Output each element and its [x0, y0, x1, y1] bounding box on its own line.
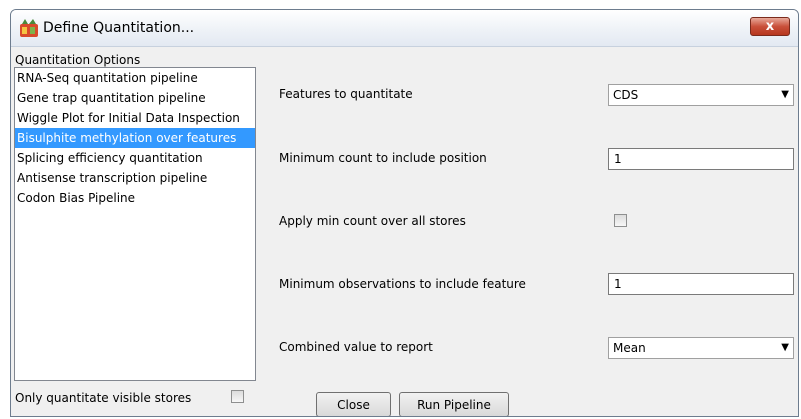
apply-min-count-checkbox[interactable]	[614, 214, 627, 227]
define-quantitation-dialog: Define Quantitation... x Quantitation Op…	[10, 9, 799, 417]
min-observations-label: Minimum observations to include feature	[279, 277, 526, 291]
min-count-label: Minimum count to include position	[279, 151, 487, 165]
option-bisulphite[interactable]: Bisulphite methylation over features	[15, 128, 255, 148]
option-antisense[interactable]: Antisense transcription pipeline	[15, 168, 255, 188]
combined-value: Mean	[613, 341, 646, 355]
option-rna-seq[interactable]: RNA-Seq quantitation pipeline	[15, 68, 255, 88]
option-wiggle-plot[interactable]: Wiggle Plot for Initial Data Inspection	[15, 108, 255, 128]
quantitation-options-label: Quantitation Options	[15, 53, 141, 67]
option-gene-trap[interactable]: Gene trap quantitation pipeline	[15, 88, 255, 108]
option-codon-bias[interactable]: Codon Bias Pipeline	[15, 188, 255, 208]
visible-stores-label: Only quantitate visible stores	[15, 391, 192, 405]
option-splicing-efficiency[interactable]: Splicing efficiency quantitation	[15, 148, 255, 168]
quantitation-options-list[interactable]: RNA-Seq quantitation pipeline Gene trap …	[14, 67, 256, 381]
close-button[interactable]: Close	[316, 392, 391, 416]
chevron-down-icon: ▼	[781, 342, 789, 353]
visible-stores-checkbox[interactable]	[231, 390, 244, 403]
combined-value-label: Combined value to report	[279, 340, 433, 354]
seqmonk-app-icon	[20, 19, 38, 37]
min-count-field[interactable]: 1	[608, 148, 794, 170]
features-label: Features to quantitate	[279, 87, 413, 101]
features-value: CDS	[613, 88, 639, 102]
dialog-body: Quantitation Options RNA-Seq quantitatio…	[11, 47, 798, 416]
window-title: Define Quantitation...	[43, 20, 195, 36]
min-observations-field[interactable]: 1	[608, 273, 794, 295]
window-close-button[interactable]: x	[750, 17, 790, 36]
title-bar: Define Quantitation... x	[11, 10, 798, 47]
run-pipeline-button[interactable]: Run Pipeline	[399, 392, 509, 416]
min-count-value: 1	[614, 152, 622, 166]
min-observations-value: 1	[614, 277, 622, 291]
close-icon: x	[765, 19, 775, 34]
combined-value-select[interactable]: Mean ▼	[608, 337, 794, 359]
chevron-down-icon: ▼	[781, 89, 789, 100]
features-select[interactable]: CDS ▼	[608, 84, 794, 106]
apply-min-count-label: Apply min count over all stores	[279, 214, 466, 228]
